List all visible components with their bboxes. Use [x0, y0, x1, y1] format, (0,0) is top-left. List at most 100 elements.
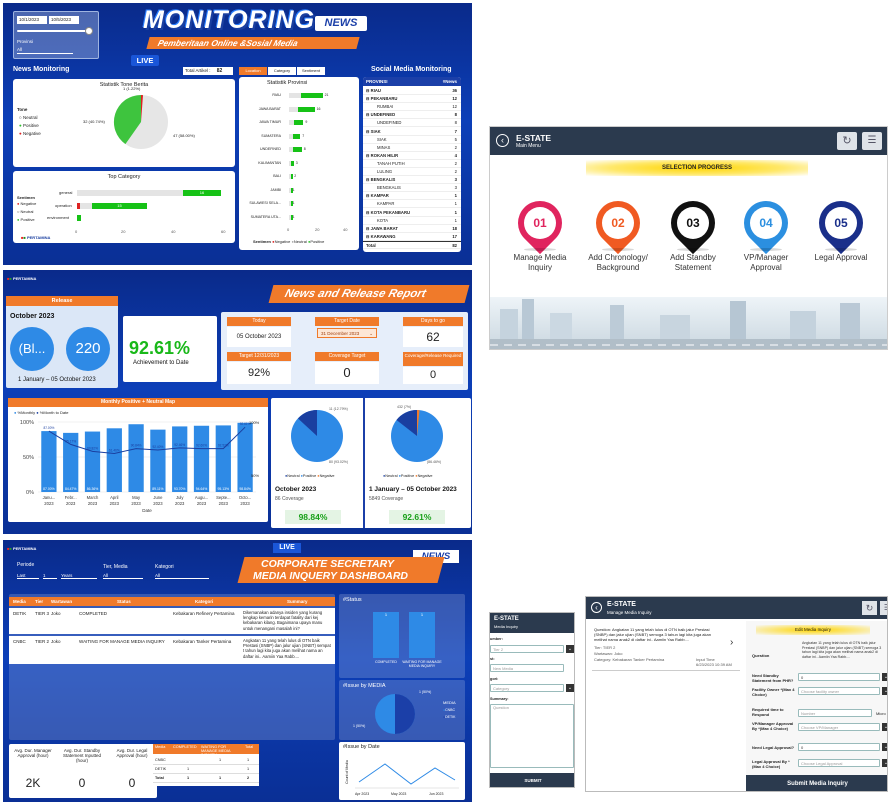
periode-last[interactable]: Last: [17, 573, 39, 579]
prov-table-row[interactable]: ⊟ KARAWANG 17: [363, 233, 461, 241]
step-label-2[interactable]: Add Chronology/ Background: [582, 253, 654, 273]
back-icon[interactable]: ‹: [496, 134, 509, 147]
prov-table-row[interactable]: ⊟ SIAK 7: [363, 128, 461, 136]
need-standby-dropdown[interactable]: ⌄: [882, 673, 887, 681]
prov-table-row[interactable]: ⊟ UNDEFINED 8: [363, 111, 461, 120]
issue-media-title: #Issue by MEDIA: [343, 683, 386, 689]
release-header: Release: [6, 296, 118, 306]
legal-approval-dropdown[interactable]: ⌄: [882, 759, 887, 767]
step-label-3[interactable]: Add Standby Statement: [657, 253, 729, 273]
estate2-field-3[interactable]: Category: [490, 684, 564, 692]
provinsi-panel: Statistik Provinsi RIAU 21 JAWA BARAT 16 JAW…: [239, 77, 359, 250]
mini-matrix: Media COMPLETED WAITING FOR MANAGE MEDIA…: [153, 744, 259, 786]
tone-legend-title: Tone: [17, 107, 28, 112]
prov-table-row[interactable]: ⊟ KOTA PEKANBARU 1: [363, 209, 461, 217]
date-start[interactable]: 10/1/2023: [17, 16, 47, 24]
pie-y-label-100: 100%: [249, 420, 260, 425]
estate2-dropdown-3[interactable]: ⌄: [566, 684, 574, 692]
tab-category[interactable]: Category: [268, 67, 296, 75]
prov-table-row[interactable]: ⊟ KAMPAR 1: [363, 192, 461, 201]
news-tag: NEWS: [315, 16, 367, 31]
list-icon[interactable]: ☰: [862, 132, 882, 150]
pie-label-3: 47 (58.00%): [173, 133, 195, 138]
vp-approval-input[interactable]: Choose VP/Manager: [798, 723, 880, 731]
x-tick-year: 2023: [44, 501, 54, 506]
need-legal-dropdown[interactable]: ⌄: [882, 743, 887, 751]
prov-table-name: Total: [366, 242, 376, 248]
estate2-field-2[interactable]: New Media: [490, 664, 564, 672]
estate2-field-4[interactable]: Question: [490, 704, 574, 768]
refresh-icon[interactable]: ↻: [837, 132, 857, 150]
tab-location[interactable]: Location: [239, 67, 267, 75]
date-slider[interactable]: [17, 30, 93, 32]
required-time-input[interactable]: Number: [798, 709, 872, 717]
legal-approval-label: Legal Approval By *(Max 4 Choice): [752, 759, 790, 769]
step-label-5[interactable]: Legal Approval: [805, 253, 877, 263]
inquiry-row-2[interactable]: CNBC TIER 2 Joko WAITING FOR MANAGE MEDI…: [9, 636, 335, 664]
y-tick: 100%: [20, 420, 34, 426]
prov-table-row[interactable]: SIAK 5: [363, 136, 461, 144]
estate2-submit-button[interactable]: SUBMIT: [490, 773, 574, 787]
inquiry-card[interactable]: Question: Angkatan 11 yang telah lulus d…: [592, 625, 740, 671]
provinsi-select[interactable]: All: [17, 47, 73, 54]
bar-label: 93.70%: [174, 487, 186, 491]
prov-table-row[interactable]: ⊟ PEKANBARU 12: [363, 95, 461, 104]
prov-table-row[interactable]: KOTA 1: [363, 217, 461, 225]
legal-approval-input[interactable]: Choose Legal Approval: [798, 759, 880, 767]
x-tick-month: April: [110, 495, 118, 500]
periode-years[interactable]: Years: [61, 573, 97, 579]
step-shadow: [677, 248, 709, 251]
prov-table-row[interactable]: ⊟ ROKAN HILIR 4: [363, 152, 461, 160]
release-range: 1 January – 05 October 2023: [18, 377, 96, 383]
prov-table-row[interactable]: LULING 2: [363, 168, 461, 176]
prov-table-row[interactable]: ⊟ RIAU 36: [363, 87, 461, 95]
estate3-back-icon[interactable]: ‹: [591, 602, 602, 613]
mini-cell: 1: [247, 767, 250, 771]
kategori-select[interactable]: All: [155, 573, 209, 579]
need-standby-input[interactable]: 0: [798, 673, 880, 681]
prov-bar-value: 1: [292, 214, 295, 219]
inquiry-row-1[interactable]: DETIK TIER 3 Joko COMPLETED Kebakaran Re…: [9, 608, 335, 634]
bar-monthly: [84, 431, 101, 492]
monthly-bar-chart: 0%50%100%87.00%87.00%Janu...202384.47%65…: [20, 420, 256, 513]
monthly-legend: ● %Monthly ● %Month to Date: [14, 410, 69, 415]
pie1-month: October 2023: [275, 486, 317, 493]
status-label-waiting: WAITING FOR MANAGE MEDIA INQUIRY: [402, 660, 442, 668]
prov-table-row[interactable]: ⊟ BENGKALIS 3: [363, 176, 461, 185]
slider-handle[interactable]: [85, 27, 93, 35]
target-date-select[interactable]: 31 December 2023 ⌄: [317, 328, 377, 338]
tab-sentiment[interactable]: Sentiment: [297, 67, 325, 75]
step-label-4[interactable]: VP/Manager Approval: [730, 253, 802, 273]
step-label-1[interactable]: Manage Media Inquiry: [504, 253, 576, 273]
prov-bar-label: SUMATERA UTA...: [250, 214, 281, 219]
estate3-refresh-icon[interactable]: ↻: [862, 601, 877, 615]
pie2-coverage: 5849 Coverage: [369, 496, 404, 502]
prov-table-row[interactable]: TANAH PUTIH 2: [363, 160, 461, 168]
need-legal-input[interactable]: 0: [798, 743, 880, 751]
chevron-right-icon[interactable]: ›: [730, 637, 733, 648]
media-legend-title: MEDIA: [443, 700, 456, 705]
prov-bar-neutral: [289, 93, 301, 98]
estate2-dropdown-1[interactable]: ⌄: [566, 645, 574, 653]
vp-approval-dropdown[interactable]: ⌄: [882, 723, 887, 731]
estate2-field-1[interactable]: Tier 2: [490, 645, 564, 653]
estate3-menu-icon[interactable]: ☰: [880, 601, 887, 615]
prov-table-row[interactable]: RUMBAI 12: [363, 103, 461, 112]
prov-table-row[interactable]: BENGKALIS 3: [363, 184, 461, 193]
periode-num[interactable]: 1: [43, 573, 57, 579]
status-title: #Status: [343, 597, 362, 603]
facility-owner-dropdown[interactable]: ⌄: [882, 687, 887, 695]
prov-table-row[interactable]: UNDEFINED 8: [363, 119, 461, 128]
prov-table-row[interactable]: KAMPAR 1: [363, 200, 461, 209]
tier-media-select[interactable]: All: [103, 573, 143, 579]
issue-media-label-2: 1 (50%): [419, 690, 432, 694]
prov-table-row[interactable]: Total 82: [363, 240, 461, 249]
prov-bar-label: KALIMANTAN: [258, 160, 281, 165]
prov-table-row[interactable]: ⊟ JAWA BARAT 18: [363, 225, 461, 233]
submit-media-inquiry-button[interactable]: Submit Media Inquiry: [746, 775, 887, 791]
facility-owner-input[interactable]: Choose facility owner: [798, 687, 880, 695]
estate2-sub: Media Inquiry: [494, 624, 519, 629]
top-category-panel: Top Category Sentimen ● Negative ○ Neutr…: [13, 171, 235, 243]
prov-table-row[interactable]: MINAS 2: [363, 144, 461, 152]
date-end[interactable]: 10/5/2023: [49, 16, 79, 24]
